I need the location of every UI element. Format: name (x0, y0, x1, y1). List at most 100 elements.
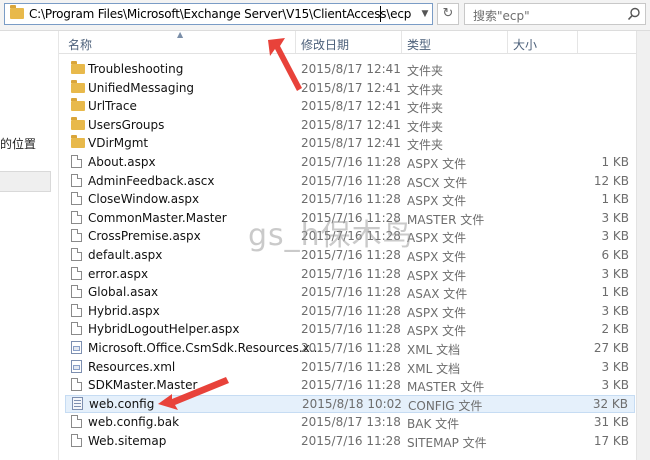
file-row[interactable]: UsersGroups 2015/8/17 12:41 文件夹 (65, 116, 635, 134)
search-icon[interactable] (627, 7, 641, 21)
address-bar[interactable]: C:\Program Files\Microsoft\Exchange Serv… (4, 3, 433, 25)
file-date: 2015/7/16 11:28 (301, 359, 401, 374)
nav-item-selected[interactable] (0, 171, 51, 192)
column-header-type[interactable]: 类型 (407, 36, 431, 53)
file-size: 2 KB (601, 322, 629, 337)
file-type: 文件夹 (407, 82, 444, 97)
file-row[interactable]: web.config.bak 2015/8/17 13:18 BAK 文件 31 KB (65, 413, 635, 431)
file-name: default.aspx (88, 248, 163, 262)
folder-icon (71, 61, 85, 74)
file-type: XML 文档 (407, 343, 461, 357)
xml-file-icon (71, 341, 82, 354)
file-row[interactable]: Hybrid.aspx 2015/7/16 11:28 ASPX 文件 3 KB (65, 302, 635, 320)
file-type: ASPX 文件 (407, 231, 467, 246)
file-type: XML 文档 (407, 361, 461, 376)
file-date: 2015/7/16 11:28 (301, 322, 401, 337)
sort-ascending-icon: ▲ (177, 30, 184, 39)
file-type: MASTER 文件 (407, 380, 485, 395)
file-date: 2015/7/16 11:28 (301, 155, 401, 169)
search-input[interactable]: 搜索"ecp" (473, 7, 530, 24)
file-name: Microsoft.Office.CsmSdk.Resources.x... (88, 341, 322, 355)
file-date: 2015/7/16 11:28 (301, 285, 401, 300)
file-size: 1 KB (601, 285, 629, 300)
file-row[interactable]: Microsoft.Office.CsmSdk.Resources.x... 20… (65, 339, 635, 357)
address-path[interactable]: C:\Program Files\Microsoft\Exchange Serv… (29, 7, 411, 21)
file-row[interactable]: error.aspx 2015/7/16 11:28 ASPX 文件 3 KB (65, 265, 635, 283)
file-date: 2015/8/17 12:41 (301, 80, 401, 95)
toolbar: C:\Program Files\Microsoft\Exchange Serv… (0, 0, 650, 31)
column-header-date[interactable]: 修改日期 (301, 36, 349, 53)
file-type: ASPX 文件 (407, 324, 467, 339)
file-row[interactable]: About.aspx 2015/7/16 11:28 ASPX 文件 1 KB (65, 153, 635, 171)
file-row[interactable]: UrlTrace 2015/8/17 12:41 文件夹 (65, 97, 635, 115)
file-icon (71, 434, 82, 447)
file-icon (71, 210, 82, 224)
file-size: 32 KB (592, 396, 628, 411)
file-row[interactable]: Troubleshooting 2015/8/17 12:41 文件夹 (65, 60, 635, 78)
file-type: MASTER 文件 (407, 212, 485, 227)
file-row[interactable]: CloseWindow.aspx 2015/7/16 11:28 ASPX 文件 1 … (65, 190, 635, 208)
file-type: ASPX 文件 (407, 250, 467, 264)
column-header-size[interactable]: 大小 (513, 36, 537, 53)
nav-item-label[interactable]: 的位置 (0, 135, 36, 152)
vertical-scrollbar[interactable] (636, 31, 650, 460)
file-name: CrossPremise.aspx (88, 229, 201, 244)
file-size: 3 KB (601, 359, 629, 374)
file-row[interactable]: Web.sitemap 2015/7/16 11:28 SITEMAP 文件 17 K… (65, 432, 635, 450)
folder-icon (71, 116, 85, 130)
file-date: 2015/7/16 11:28 (301, 434, 401, 448)
file-row[interactable]: Global.asax 2015/7/16 11:28 ASAX 文件 1 KB (65, 283, 635, 301)
file-type: 文件夹 (407, 64, 444, 78)
file-row[interactable]: Resources.xml 2015/7/16 11:28 XML 文档 3 KB (65, 358, 635, 376)
file-name: AdminFeedback.ascx (88, 173, 215, 188)
file-type: 文件夹 (407, 101, 444, 116)
file-icon (71, 248, 82, 261)
file-size: 3 KB (601, 266, 629, 281)
file-row[interactable]: VDirMgmt 2015/8/17 12:41 文件夹 (65, 134, 635, 152)
text-caret (380, 6, 381, 22)
file-row[interactable]: web.config 2015/8/18 10:02 CONFIG 文件 32 KB (65, 394, 635, 413)
chevron-down-icon[interactable]: ▼ (418, 7, 432, 21)
column-header-name[interactable]: 名称 (68, 36, 92, 53)
file-name: UnifiedMessaging (88, 80, 195, 95)
file-size: 3 KB (601, 303, 629, 318)
folder-icon (71, 135, 85, 149)
file-icon (71, 285, 82, 299)
file-name: HybridLogoutHelper.aspx (88, 322, 240, 337)
pane-divider[interactable] (58, 31, 59, 460)
file-icon (71, 173, 82, 187)
file-row[interactable]: HybridLogoutHelper.aspx 2015/7/16 11:28 AS… (65, 320, 635, 338)
file-name: UsersGroups (88, 117, 165, 132)
column-separator[interactable] (577, 31, 578, 53)
file-size: 6 KB (601, 248, 629, 262)
column-separator[interactable] (507, 31, 508, 53)
file-icon (71, 192, 82, 206)
file-date: 2015/8/17 12:41 (301, 62, 401, 76)
search-box[interactable]: 搜索"ecp" (464, 3, 646, 25)
file-type: ASPX 文件 (407, 194, 467, 209)
xml-file-icon (71, 359, 82, 373)
file-icon (71, 322, 82, 336)
file-row[interactable]: SDKMaster.Master 2015/7/16 11:28 MASTER 文件… (65, 376, 635, 394)
file-date: 2015/7/16 11:28 (301, 173, 401, 188)
file-icon (71, 155, 82, 168)
file-type: 文件夹 (407, 138, 444, 153)
file-row[interactable]: AdminFeedback.ascx 2015/7/16 11:28 ASCX 文件… (65, 172, 635, 190)
column-separator[interactable] (401, 31, 402, 53)
file-icon (71, 378, 82, 392)
file-name: Troubleshooting (88, 62, 184, 76)
column-header-row: ▲ 名称 修改日期 类型 大小 (59, 30, 636, 54)
config-file-icon (72, 396, 83, 410)
file-name: Global.asax (88, 285, 159, 300)
file-size: 31 KB (593, 415, 629, 430)
file-name: SDKMaster.Master (88, 378, 198, 393)
column-separator[interactable] (295, 31, 296, 53)
refresh-button[interactable]: ↻ (437, 3, 459, 25)
folder-icon (71, 98, 85, 112)
file-size: 12 KB (593, 173, 629, 188)
file-name: error.aspx (88, 266, 149, 281)
file-type: BAK 文件 (407, 417, 460, 432)
file-row[interactable]: UnifiedMessaging 2015/8/17 12:41 文件夹 (65, 79, 635, 97)
file-type: ASPX 文件 (407, 305, 467, 320)
file-icon (71, 303, 82, 317)
